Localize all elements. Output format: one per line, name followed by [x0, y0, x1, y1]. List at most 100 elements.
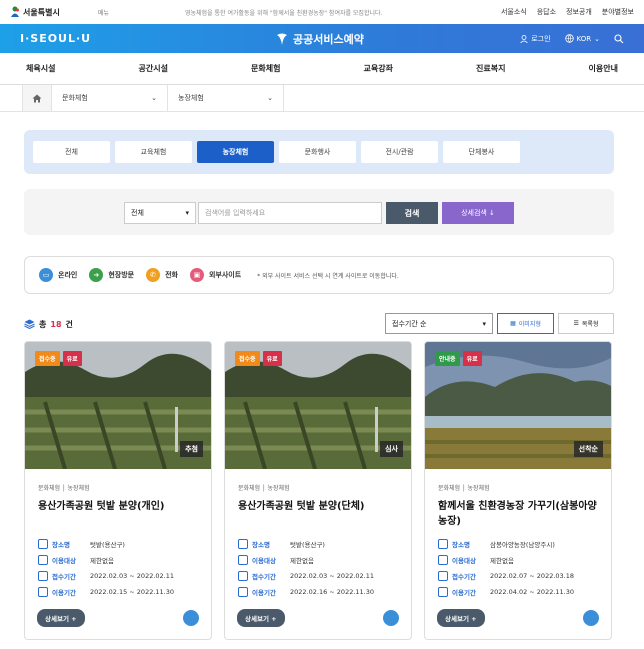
- row-reg-value: 2022.02.03 ~ 2022.02.11: [290, 572, 375, 580]
- notice-text[interactable]: 영농체험을 통한 여가활동을 위해 "함께서울 친환경농장" 참여자를 모집합니…: [185, 8, 382, 17]
- tab-exhibition[interactable]: 전시/관람: [361, 141, 438, 163]
- legend-external-label: 외부사이트: [208, 271, 242, 279]
- login-label: 로그인: [531, 34, 551, 43]
- clock-icon: [38, 587, 48, 597]
- row-target-value: 제한없음: [90, 557, 114, 565]
- status-badge: 접수중: [235, 351, 260, 366]
- breadcrumb-level2[interactable]: 농장체험 ⌄: [168, 85, 284, 111]
- row-reg-value: 2022.02.07 ~ 2022.03.18: [490, 572, 575, 580]
- detail-search-button[interactable]: 상세검색 ↓: [442, 202, 514, 224]
- legend-visit-label: 현장방문: [108, 271, 135, 279]
- tab-culture-event[interactable]: 문화행사: [279, 141, 356, 163]
- breadcrumb-level1[interactable]: 문화체험 ⌄: [52, 85, 168, 111]
- language-label: KOR: [576, 34, 592, 43]
- tab-all[interactable]: 전체: [33, 141, 110, 163]
- program-card[interactable]: 접수중 유료 추첨 문화체험 │ 농장체험 용산가족공원 텃밭 분양(개인) 장…: [24, 341, 212, 640]
- language-select[interactable]: KOR ⌄: [564, 34, 600, 43]
- clock-icon: [238, 587, 248, 597]
- detail-button[interactable]: 상세보기 +: [37, 609, 85, 627]
- search-button[interactable]: [614, 33, 624, 44]
- arrow-right-icon: ➜: [89, 268, 104, 282]
- row-reg: 접수기간 2022.02.03 ~ 2022.02.11: [38, 568, 198, 584]
- legend-external: ▣ 외부사이트: [189, 268, 242, 282]
- top-link-news[interactable]: 서울소식: [501, 7, 527, 17]
- nav-sports[interactable]: 체육시설: [26, 63, 55, 74]
- person-icon: [38, 555, 48, 565]
- row-place: 장소명 텃밭(용산구): [38, 536, 198, 552]
- calendar-icon: [38, 571, 48, 581]
- detail-button[interactable]: 상세보기 +: [237, 609, 285, 627]
- legend-note: * 외부 사이트 서비스 선택 시 연계 사이트로 이동합니다.: [257, 272, 399, 280]
- row-use: 이용기간 2022.02.15 ~ 2022.11.30: [38, 584, 198, 600]
- status-badge: 안내중: [435, 351, 460, 366]
- main-header: I·SEOUL·U 공공서비스예약 로그인 KOR ⌄: [0, 24, 644, 53]
- card-title[interactable]: 함께서울 친환경농장 가꾸기(삼봉아양농장): [438, 499, 598, 529]
- reservation-method-legend: ▭ 온라인 ➜ 현장방문 ✆ 전화 ▣ 외부사이트 * 외부 사이트 서비스 선…: [24, 256, 614, 294]
- detail-button[interactable]: 상세보기 +: [437, 609, 485, 627]
- fee-badge: 유료: [262, 351, 282, 366]
- nav-culture[interactable]: 문화체험: [251, 63, 280, 74]
- chevron-down-icon: ⌄: [151, 94, 157, 102]
- selection-method-badge: 선착순: [573, 441, 603, 457]
- tab-farm[interactable]: 농장체험: [197, 141, 274, 163]
- brand-logo[interactable]: I·SEOUL·U: [20, 32, 91, 45]
- user-icon: [520, 34, 529, 43]
- row-reg-label: 접수기간: [252, 573, 276, 581]
- search-scope-select[interactable]: 전체 ▾: [124, 202, 196, 224]
- row-use: 이용기간 2022.04.02 ~ 2022.11.30: [438, 584, 598, 600]
- tab-education[interactable]: 교육체험: [115, 141, 192, 163]
- breadcrumb-level2-label: 농장체험: [178, 94, 204, 102]
- row-reg: 접수기간 2022.02.03 ~ 2022.02.11: [238, 568, 398, 584]
- row-place-label: 장소명: [452, 541, 470, 549]
- selection-method-badge: 추첨: [180, 441, 203, 457]
- sort-select[interactable]: 접수기간 순 ▾: [385, 313, 493, 334]
- row-target: 이용대상 제한없음: [38, 552, 198, 568]
- nav-medical[interactable]: 진료복지: [476, 63, 505, 74]
- view-list-button[interactable]: ☰ 목록형: [558, 313, 614, 334]
- service-title[interactable]: 공공서비스예약: [275, 31, 364, 47]
- card-title[interactable]: 용산가족공원 텃밭 분양(개인): [38, 499, 198, 529]
- service-title-text: 공공서비스예약: [293, 32, 364, 46]
- nav-guide[interactable]: 이용안내: [589, 63, 618, 74]
- row-place-value: 삼봉아양농장(남양주시): [490, 541, 555, 549]
- row-target-label: 이용대상: [452, 557, 476, 565]
- row-reg-value: 2022.02.03 ~ 2022.02.11: [90, 572, 175, 580]
- row-target-label: 이용대상: [252, 557, 276, 565]
- program-photo: 접수중 유료 추첨: [25, 342, 211, 469]
- program-card[interactable]: 안내중 유료 선착순 문화체험 │ 농장체험 함께서울 친환경농장 가꾸기(삼봉…: [424, 341, 612, 640]
- nav-education[interactable]: 교육강좌: [364, 63, 393, 74]
- login-button[interactable]: 로그인: [520, 34, 551, 44]
- phone-icon: ✆: [146, 268, 161, 282]
- top-link-field[interactable]: 분야별정보: [602, 7, 634, 17]
- header-actions: 로그인 KOR ⌄: [520, 33, 624, 44]
- nav-space[interactable]: 공간시설: [139, 63, 168, 74]
- globe-icon: [564, 34, 574, 43]
- row-use-value: 2022.02.15 ~ 2022.11.30: [90, 588, 175, 596]
- row-use-label: 이용기간: [252, 589, 276, 597]
- legend-visit: ➜ 현장방문: [89, 268, 134, 282]
- result-toolbar: 총 18 건 접수기간 순 ▾ ▦ 이미지형 ☰ 목록형: [24, 313, 614, 335]
- search-icon: [614, 33, 624, 43]
- top-link-response[interactable]: 응답소: [537, 7, 556, 17]
- row-place: 장소명 삼봉아양농장(남양주시): [438, 536, 598, 552]
- person-icon: [438, 555, 448, 565]
- home-button[interactable]: [22, 85, 52, 111]
- tab-volunteer[interactable]: 단체봉사: [443, 141, 520, 163]
- person-icon: [238, 555, 248, 565]
- list-icon: ☰: [573, 320, 579, 327]
- top-link-info[interactable]: 정보공개: [566, 7, 592, 17]
- service-logo-icon: [277, 33, 287, 45]
- search-submit-button[interactable]: 검색: [386, 202, 438, 224]
- category-tabs: 전체 교육체험 농장체험 문화행사 전시/관람 단체봉사: [24, 130, 614, 174]
- logo-text: 서울특별시: [23, 7, 60, 17]
- row-target-label: 이용대상: [52, 557, 76, 565]
- fee-badge: 유료: [62, 351, 82, 366]
- menu-link[interactable]: 메뉴: [98, 8, 109, 17]
- row-use-value: 2022.02.16 ~ 2022.11.30: [290, 588, 375, 596]
- card-title[interactable]: 용산가족공원 텃밭 분양(단체): [238, 499, 398, 529]
- view-image-button[interactable]: ▦ 이미지형: [497, 313, 554, 334]
- seoul-logo[interactable]: 서울특별시: [10, 6, 60, 18]
- location-icon: [238, 539, 248, 549]
- program-card[interactable]: 접수중 유료 심사 문화체험 │ 농장체험 용산가족공원 텃밭 분양(단체) 장…: [224, 341, 412, 640]
- search-input[interactable]: 검색어를 입력하세요: [198, 202, 382, 224]
